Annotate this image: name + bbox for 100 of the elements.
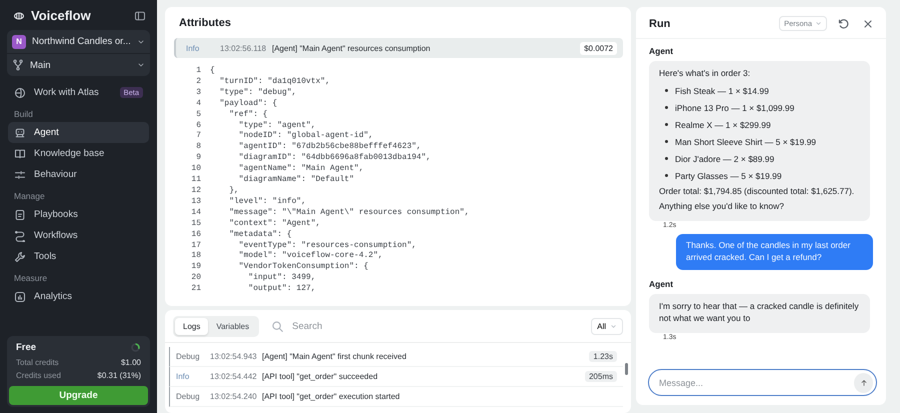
nav-label: Work with Atlas <box>34 87 100 98</box>
code-line: "context": "Agent", <box>228 218 320 230</box>
code-line: "type": "debug", <box>218 88 296 99</box>
line-number: 12 <box>190 186 202 197</box>
nav-item[interactable]: Knowledge base <box>8 143 149 164</box>
list-item: Party Glasses — 5 × $19.99 <box>665 167 860 184</box>
sliders-icon <box>14 168 26 180</box>
credits-progress-ring <box>130 342 141 353</box>
line-number: 8 <box>195 142 202 154</box>
panel-title: Attributes <box>179 17 232 29</box>
code-line: { <box>210 66 215 77</box>
line-number: 9 <box>195 153 202 164</box>
line-number: 5 <box>195 110 202 121</box>
code-line: "output": 127, <box>247 284 316 296</box>
log-time: 13:02:54.943 <box>210 352 258 361</box>
code-line: "nodeID": "global-agent-id", <box>238 131 374 142</box>
nav-item[interactable]: Analytics <box>8 286 149 307</box>
section-heading: Measure <box>13 272 48 285</box>
log-time: 13:02:54.442 <box>210 372 258 381</box>
nav-label: Agent <box>34 127 60 138</box>
line-number: 21 <box>190 284 202 296</box>
code-line: "agentName": "Main Agent", <box>238 164 364 175</box>
plan-name: Free <box>16 342 36 353</box>
nav-item[interactable]: Workflows <box>8 225 149 246</box>
code-line: "diagramID": "64dbb6696a8fab0013dba194", <box>238 153 431 164</box>
robot-icon <box>14 126 26 138</box>
tab[interactable]: Variables <box>208 318 258 335</box>
nav-label: Tools <box>34 251 58 262</box>
user-message: Thanks. One of the candles in my last order arrived cracked. Can I get a refund? <box>676 234 873 270</box>
log-time: 13:02:54.240 <box>210 392 258 401</box>
code-line: "model": "voiceflow-core-4.2", <box>238 251 383 262</box>
logo-icon <box>11 10 27 22</box>
message-field[interactable]: Message... <box>648 369 877 396</box>
log-row[interactable]: Info 13:02:54.442 [API tool] "get_order" succeeded 205ms <box>169 367 623 387</box>
nav-item[interactable]: Agent <box>8 122 149 143</box>
log-message: [Agent] "Main Agent" first chunk received <box>262 352 408 361</box>
duration-badge: 1.23s <box>589 351 617 362</box>
log-level: Info <box>186 44 200 52</box>
line-number: 7 <box>195 131 202 142</box>
log-level: Debug <box>176 392 201 401</box>
code-line: "input": 3499, <box>247 273 316 284</box>
search-icon <box>271 320 284 333</box>
brand-name: Voiceflow <box>31 8 91 23</box>
log-message: [Agent] "Main Agent" resources consumption <box>272 44 432 52</box>
line-number: 18 <box>190 251 202 262</box>
log-level: Debug <box>176 352 201 361</box>
code-line: "diagramName": "Default" <box>238 175 354 186</box>
reset-icon <box>837 17 850 30</box>
arrow-up-icon <box>860 379 868 387</box>
log-row[interactable]: Debug 13:02:54.943 [Agent] "Main Agent" first chunk received 1.23s <box>169 347 623 367</box>
line-number: 11 <box>190 175 202 186</box>
log-level: Info <box>176 372 190 381</box>
line-number: 2 <box>195 76 202 88</box>
code-line: "payload": { <box>218 98 278 110</box>
sidebar-toggle-icon <box>134 10 146 22</box>
nav-label: Workflows <box>34 230 79 241</box>
credits-label: Credits used <box>16 370 61 382</box>
chevron-down-icon <box>137 61 145 69</box>
branch-selector[interactable]: Main <box>7 53 150 76</box>
list-item: iPhone 13 Pro — 1 × $1,099.99 <box>665 99 860 116</box>
line-number: 3 <box>195 88 202 99</box>
code-line: "type": "agent", <box>238 120 316 131</box>
tab[interactable]: Logs <box>175 318 208 335</box>
scrollbar-thumb[interactable] <box>625 363 628 375</box>
nav-item[interactable]: Behaviour <box>8 164 149 185</box>
wrench-icon <box>14 250 26 262</box>
line-number: 13 <box>190 196 202 208</box>
document-icon <box>14 208 26 220</box>
line-number: 17 <box>190 240 202 252</box>
sender-name: Agent <box>649 46 674 56</box>
globe-icon <box>14 86 26 98</box>
cost-badge: $0.0072 <box>580 42 617 54</box>
log-message: [API tool] "get_order" execution started <box>262 392 401 401</box>
code-line: "eventType": "resources-consumption", <box>238 240 416 251</box>
nav-label: Analytics <box>34 291 74 302</box>
filter-dropdown[interactable]: All <box>591 318 623 335</box>
line-number: 20 <box>190 273 202 284</box>
message-text: Anything else you'd like to know? <box>659 200 785 212</box>
sender-name: Agent <box>649 279 674 289</box>
project-selector[interactable]: N Northwind Candles or... <box>7 30 150 53</box>
nav-item[interactable]: Tools <box>8 246 149 267</box>
line-number: 16 <box>190 230 202 240</box>
section-heading: Manage <box>13 190 46 203</box>
nav-item[interactable]: Playbooks <box>8 204 149 225</box>
log-row[interactable]: Debug 13:02:54.240 [API tool] "get_order" execution started <box>169 387 623 407</box>
credits-value: $0.31 (31%) <box>97 370 141 382</box>
message-text: Here's what's in order 3: <box>659 67 752 79</box>
line-number: 1 <box>195 66 202 77</box>
list-item: Fish Steak — 1 × $14.99 <box>665 82 860 99</box>
nav-label: Playbooks <box>34 209 79 220</box>
line-number: 15 <box>190 218 202 230</box>
code-line: "message": "\"Main Agent\" resources consumption", <box>228 208 470 219</box>
chevron-down-icon <box>815 20 822 27</box>
search-field[interactable]: Search <box>290 320 490 333</box>
code-line: "VendorTokenConsumption": { <box>238 262 368 273</box>
code-line: "level": "info", <box>228 196 306 208</box>
code-line: "metadata": { <box>228 230 292 240</box>
chevron-down-icon <box>610 323 617 330</box>
log-message: [API tool] "get_order" succeeded <box>262 372 379 381</box>
chart-icon <box>14 290 26 302</box>
